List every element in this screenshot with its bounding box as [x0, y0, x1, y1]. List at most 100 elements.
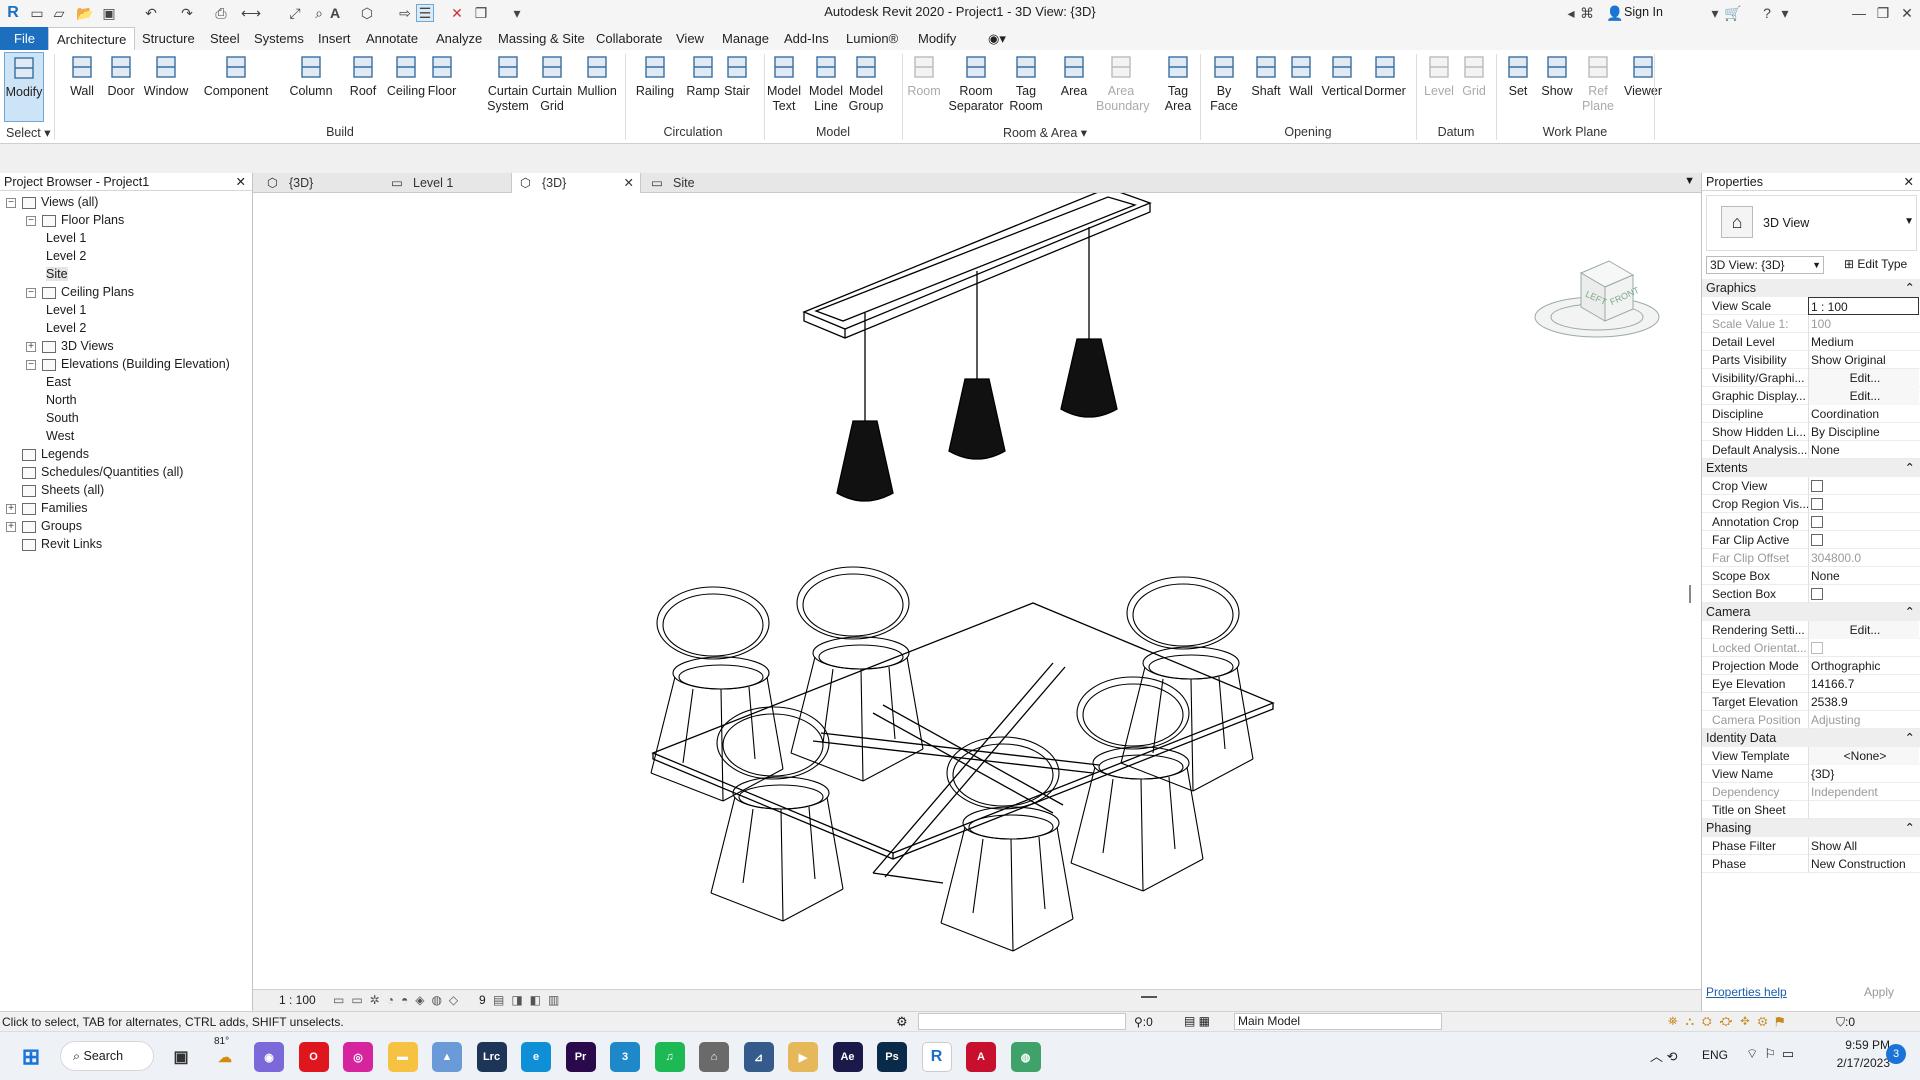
edit-type-button[interactable]: ⊞ Edit Type — [1844, 257, 1907, 271]
property-value[interactable]: None — [1808, 567, 1919, 585]
expand-toggle-icon[interactable]: − — [6, 197, 16, 208]
tab-file[interactable]: File — [0, 27, 49, 50]
ribbon-tool-window[interactable]: Window — [142, 52, 190, 99]
browser-item-elevations-building-elevation-[interactable]: − Elevations (Building Elevation) — [26, 355, 230, 373]
notification-badge[interactable]: 3 — [1886, 1044, 1906, 1064]
workset-dropdown[interactable] — [918, 1013, 1126, 1030]
instance-selector[interactable]: 3D View: {3D} ▼ — [1706, 256, 1824, 274]
ribbon-tool-ramp[interactable]: Ramp — [686, 52, 720, 99]
sketchup-icon[interactable]: ⊿ — [743, 1042, 774, 1072]
expand-toggle-icon[interactable]: + — [26, 341, 36, 352]
property-value[interactable]: 14166.7 — [1808, 675, 1919, 693]
property-checkbox[interactable] — [1811, 516, 1823, 528]
instagram-icon[interactable]: ◎ — [343, 1042, 373, 1072]
close-browser-icon[interactable]: ✕ — [236, 173, 246, 191]
ribbon-tool-by-face[interactable]: By Face — [1206, 52, 1242, 114]
ribbon-tool-dormer[interactable]: Dormer — [1362, 52, 1408, 99]
selection-toggle-icons[interactable]: ⛯⛬⛭⛮✥⚙⚑ — [1668, 1014, 1792, 1029]
user-icon[interactable]: 👤 — [1606, 4, 1624, 22]
ribbon-tool-component[interactable]: Component — [200, 52, 272, 99]
properties-section-camera[interactable]: Camera ⌃ — [1702, 603, 1920, 621]
outlook-icon[interactable]: ◉ — [254, 1042, 284, 1072]
after-effects-icon[interactable]: Ae — [832, 1042, 863, 1072]
tab-analyze[interactable]: Analyze — [428, 27, 490, 50]
ribbon-tool-railing[interactable]: Railing — [632, 52, 678, 99]
navigation-bar-handle[interactable] — [1689, 585, 1691, 603]
ribbon-tool-ceiling[interactable]: Ceiling — [384, 52, 428, 99]
expand-toggle-icon[interactable]: − — [26, 215, 36, 226]
property-value[interactable]: <None> — [1808, 747, 1919, 765]
ribbon-tool-set[interactable]: Set — [1502, 52, 1534, 99]
browser-item-east[interactable]: East — [46, 373, 71, 391]
collapse-icon[interactable]: ⌃ — [1905, 819, 1915, 837]
ribbon-tool-stair[interactable]: Stair — [720, 52, 754, 99]
property-value[interactable] — [1808, 513, 1919, 531]
clock-time[interactable]: 9:59 PM — [1834, 1038, 1890, 1052]
properties-help-link[interactable]: Properties help — [1706, 985, 1787, 999]
ribbon-tool-curtain-grid[interactable]: Curtain Grid — [530, 52, 574, 114]
cart-icon[interactable]: 🛒 — [1724, 4, 1742, 22]
tab-structure[interactable]: Structure — [134, 27, 203, 50]
dining-chair[interactable] — [940, 736, 1074, 952]
property-value[interactable]: {3D} — [1808, 765, 1919, 783]
ribbon-tool-tag-area[interactable]: Tag Area — [1160, 52, 1196, 114]
design-option-dropdown[interactable]: Main Model — [1234, 1013, 1442, 1030]
sign-in-link[interactable]: Sign In — [1624, 5, 1663, 19]
property-value[interactable]: None — [1808, 441, 1919, 459]
property-value[interactable] — [1808, 495, 1919, 513]
ribbon-tool-grid[interactable]: Grid — [1458, 52, 1490, 99]
ribbon-tool-model-group[interactable]: Model Group — [846, 52, 886, 114]
app-icon[interactable]: 3 — [610, 1042, 640, 1072]
binoculars-icon[interactable]: ⌘ — [1578, 4, 1596, 22]
filter-count[interactable]: ⛉:0 — [1836, 1015, 1855, 1030]
tab-insert[interactable]: Insert — [310, 27, 359, 50]
tab-modify[interactable]: Modify — [910, 27, 964, 50]
browser-item-schedules-quantities-all-[interactable]: Schedules/Quantities (all) — [6, 463, 183, 481]
property-checkbox[interactable] — [1811, 498, 1823, 510]
browser-item-views-all-[interactable]: − Views (all) — [6, 193, 98, 211]
browser-item-floor-plans[interactable]: − Floor Plans — [26, 211, 124, 229]
photoshop-icon[interactable]: Ps — [877, 1042, 907, 1072]
property-value[interactable] — [1808, 477, 1919, 495]
lightroom-classic-icon[interactable]: Lrc — [476, 1042, 507, 1072]
ribbon-tool-ref-plane[interactable]: Ref Plane — [1578, 52, 1618, 114]
task-view-icon[interactable]: ▣ — [166, 1042, 196, 1072]
chrome-ext-icon[interactable]: ◍ — [1010, 1042, 1041, 1072]
ribbon-tool-area-boundary[interactable]: Area Boundary — [1096, 52, 1150, 114]
worksets-icon[interactable]: ⚙ — [896, 1014, 908, 1030]
expand-toggle-icon[interactable]: − — [26, 287, 36, 298]
ribbon-tool-viewer[interactable]: Viewer — [1618, 52, 1668, 99]
ribbon-tool-floor[interactable]: Floor — [424, 52, 460, 99]
edge-icon[interactable]: e — [521, 1042, 551, 1072]
ribbon-tool-door[interactable]: Door — [104, 52, 138, 99]
view-tab-3d-1[interactable]: ⬡ {3D} — [259, 173, 379, 193]
close-tab-icon[interactable]: ✕ — [624, 173, 634, 193]
browser-item-3d-views[interactable]: +3D Views — [26, 337, 114, 355]
property-value[interactable]: 1 : 100 — [1808, 297, 1919, 315]
view-tab-3d-active[interactable]: ⬡ {3D} ✕ — [511, 173, 641, 193]
browser-item-level-2[interactable]: Level 2 — [46, 319, 86, 337]
design-options-icon[interactable]: ▤ ▦ — [1184, 1014, 1210, 1028]
collapse-icon[interactable]: ⌃ — [1905, 603, 1915, 621]
ribbon-tool-show[interactable]: Show — [1538, 52, 1576, 99]
clock-date[interactable]: 2/17/2023 — [1824, 1056, 1890, 1070]
tab-annotate[interactable]: Annotate — [358, 27, 426, 50]
tab-systems[interactable]: Systems — [246, 27, 312, 50]
browser-item-ceiling-plans[interactable]: − Ceiling Plans — [26, 283, 134, 301]
view-scale[interactable]: 1 : 100 — [279, 993, 316, 1007]
taskbar-search[interactable]: ⌕ Search — [60, 1041, 154, 1071]
contextual-toggle-icon[interactable]: ◉▾ — [980, 27, 1014, 50]
property-value[interactable]: Edit... — [1808, 621, 1919, 639]
minimize-icon[interactable]: — — [1850, 4, 1868, 22]
dropdown-icon[interactable]: ▾ — [1706, 4, 1724, 22]
type-dropdown-icon[interactable]: ▼ — [1904, 216, 1914, 227]
property-checkbox[interactable] — [1811, 588, 1823, 600]
browser-item-sheets-all-[interactable]: Sheets (all) — [6, 481, 104, 499]
property-value[interactable]: By Discipline — [1808, 423, 1919, 441]
property-value[interactable] — [1808, 585, 1919, 603]
type-selector[interactable]: ⌂ 3D View ▼ — [1706, 195, 1917, 251]
tab-massing-site[interactable]: Massing & Site — [490, 27, 593, 50]
property-value[interactable] — [1808, 531, 1919, 549]
tab-lumion[interactable]: Lumion® — [838, 27, 906, 50]
file-explorer-icon[interactable]: ▬ — [387, 1042, 418, 1072]
